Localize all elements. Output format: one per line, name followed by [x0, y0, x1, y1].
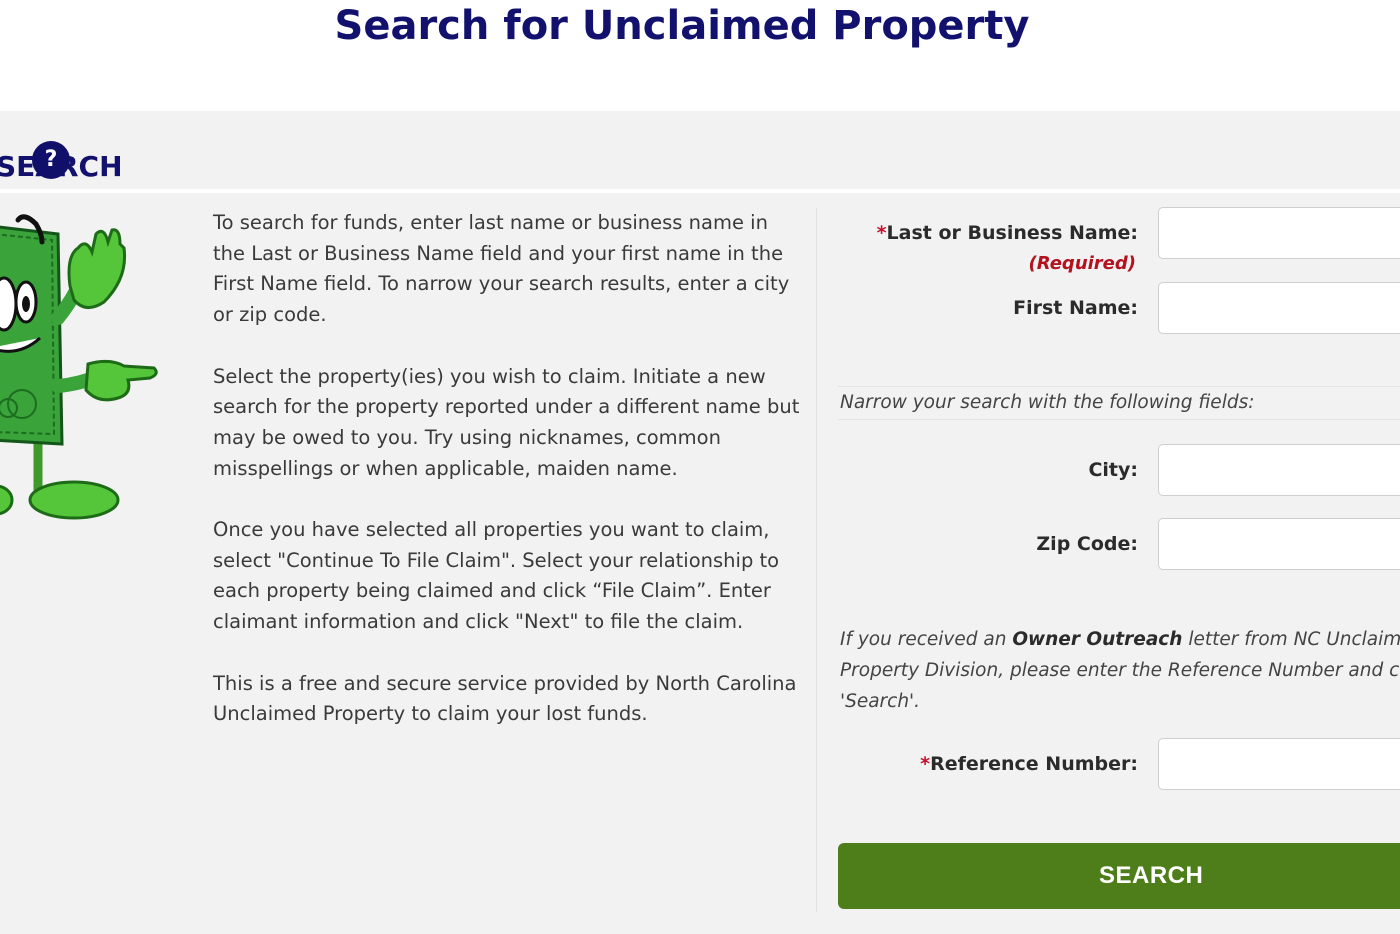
zip-code-label: Zip Code:	[1036, 533, 1138, 555]
owner-outreach-note: If you received an Owner Outreach letter…	[840, 624, 1400, 717]
instructions-paragraph: This is a free and secure service provid…	[213, 671, 797, 726]
outreach-note-emphasis: Owner Outreach	[1012, 629, 1183, 650]
first-name-label: First Name:	[1013, 297, 1138, 319]
last-name-label: *Last or Business Name:	[877, 221, 1138, 245]
help-icon[interactable]: ?	[32, 141, 70, 179]
required-note: (Required)	[1028, 253, 1136, 274]
section-divider	[0, 189, 1400, 193]
narrow-search-note: Narrow your search with the following fi…	[838, 386, 1400, 420]
city-label: City:	[1088, 459, 1138, 481]
instructions-paragraph: Once you have selected all properties yo…	[213, 518, 780, 634]
reference-number-label-text: Reference Number:	[930, 753, 1138, 775]
last-name-input[interactable]	[1158, 207, 1400, 259]
required-star: *	[876, 222, 887, 244]
instructions-paragraph: To search for funds, enter last name or …	[213, 211, 790, 327]
first-name-input[interactable]	[1158, 282, 1400, 334]
column-divider	[816, 208, 817, 912]
reference-number-label: *Reference Number:	[920, 752, 1138, 776]
search-button[interactable]: SEARCH	[838, 843, 1400, 909]
outreach-note-prefix: If you received an	[840, 629, 1013, 650]
last-name-label-text: Last or Business Name:	[886, 222, 1138, 244]
instructions-text: To search for funds, enter last name or …	[213, 208, 803, 761]
page-title: Search for Unclaimed Property	[334, 3, 1030, 49]
required-star: *	[920, 753, 931, 775]
dollar-bill-mascot-icon	[0, 214, 158, 520]
search-button-label: SEARCH	[1099, 862, 1204, 889]
city-input[interactable]	[1158, 444, 1400, 496]
zip-code-input[interactable]	[1158, 518, 1400, 570]
reference-number-input[interactable]	[1158, 738, 1400, 790]
instructions-paragraph: Select the property(ies) you wish to cla…	[213, 364, 800, 480]
